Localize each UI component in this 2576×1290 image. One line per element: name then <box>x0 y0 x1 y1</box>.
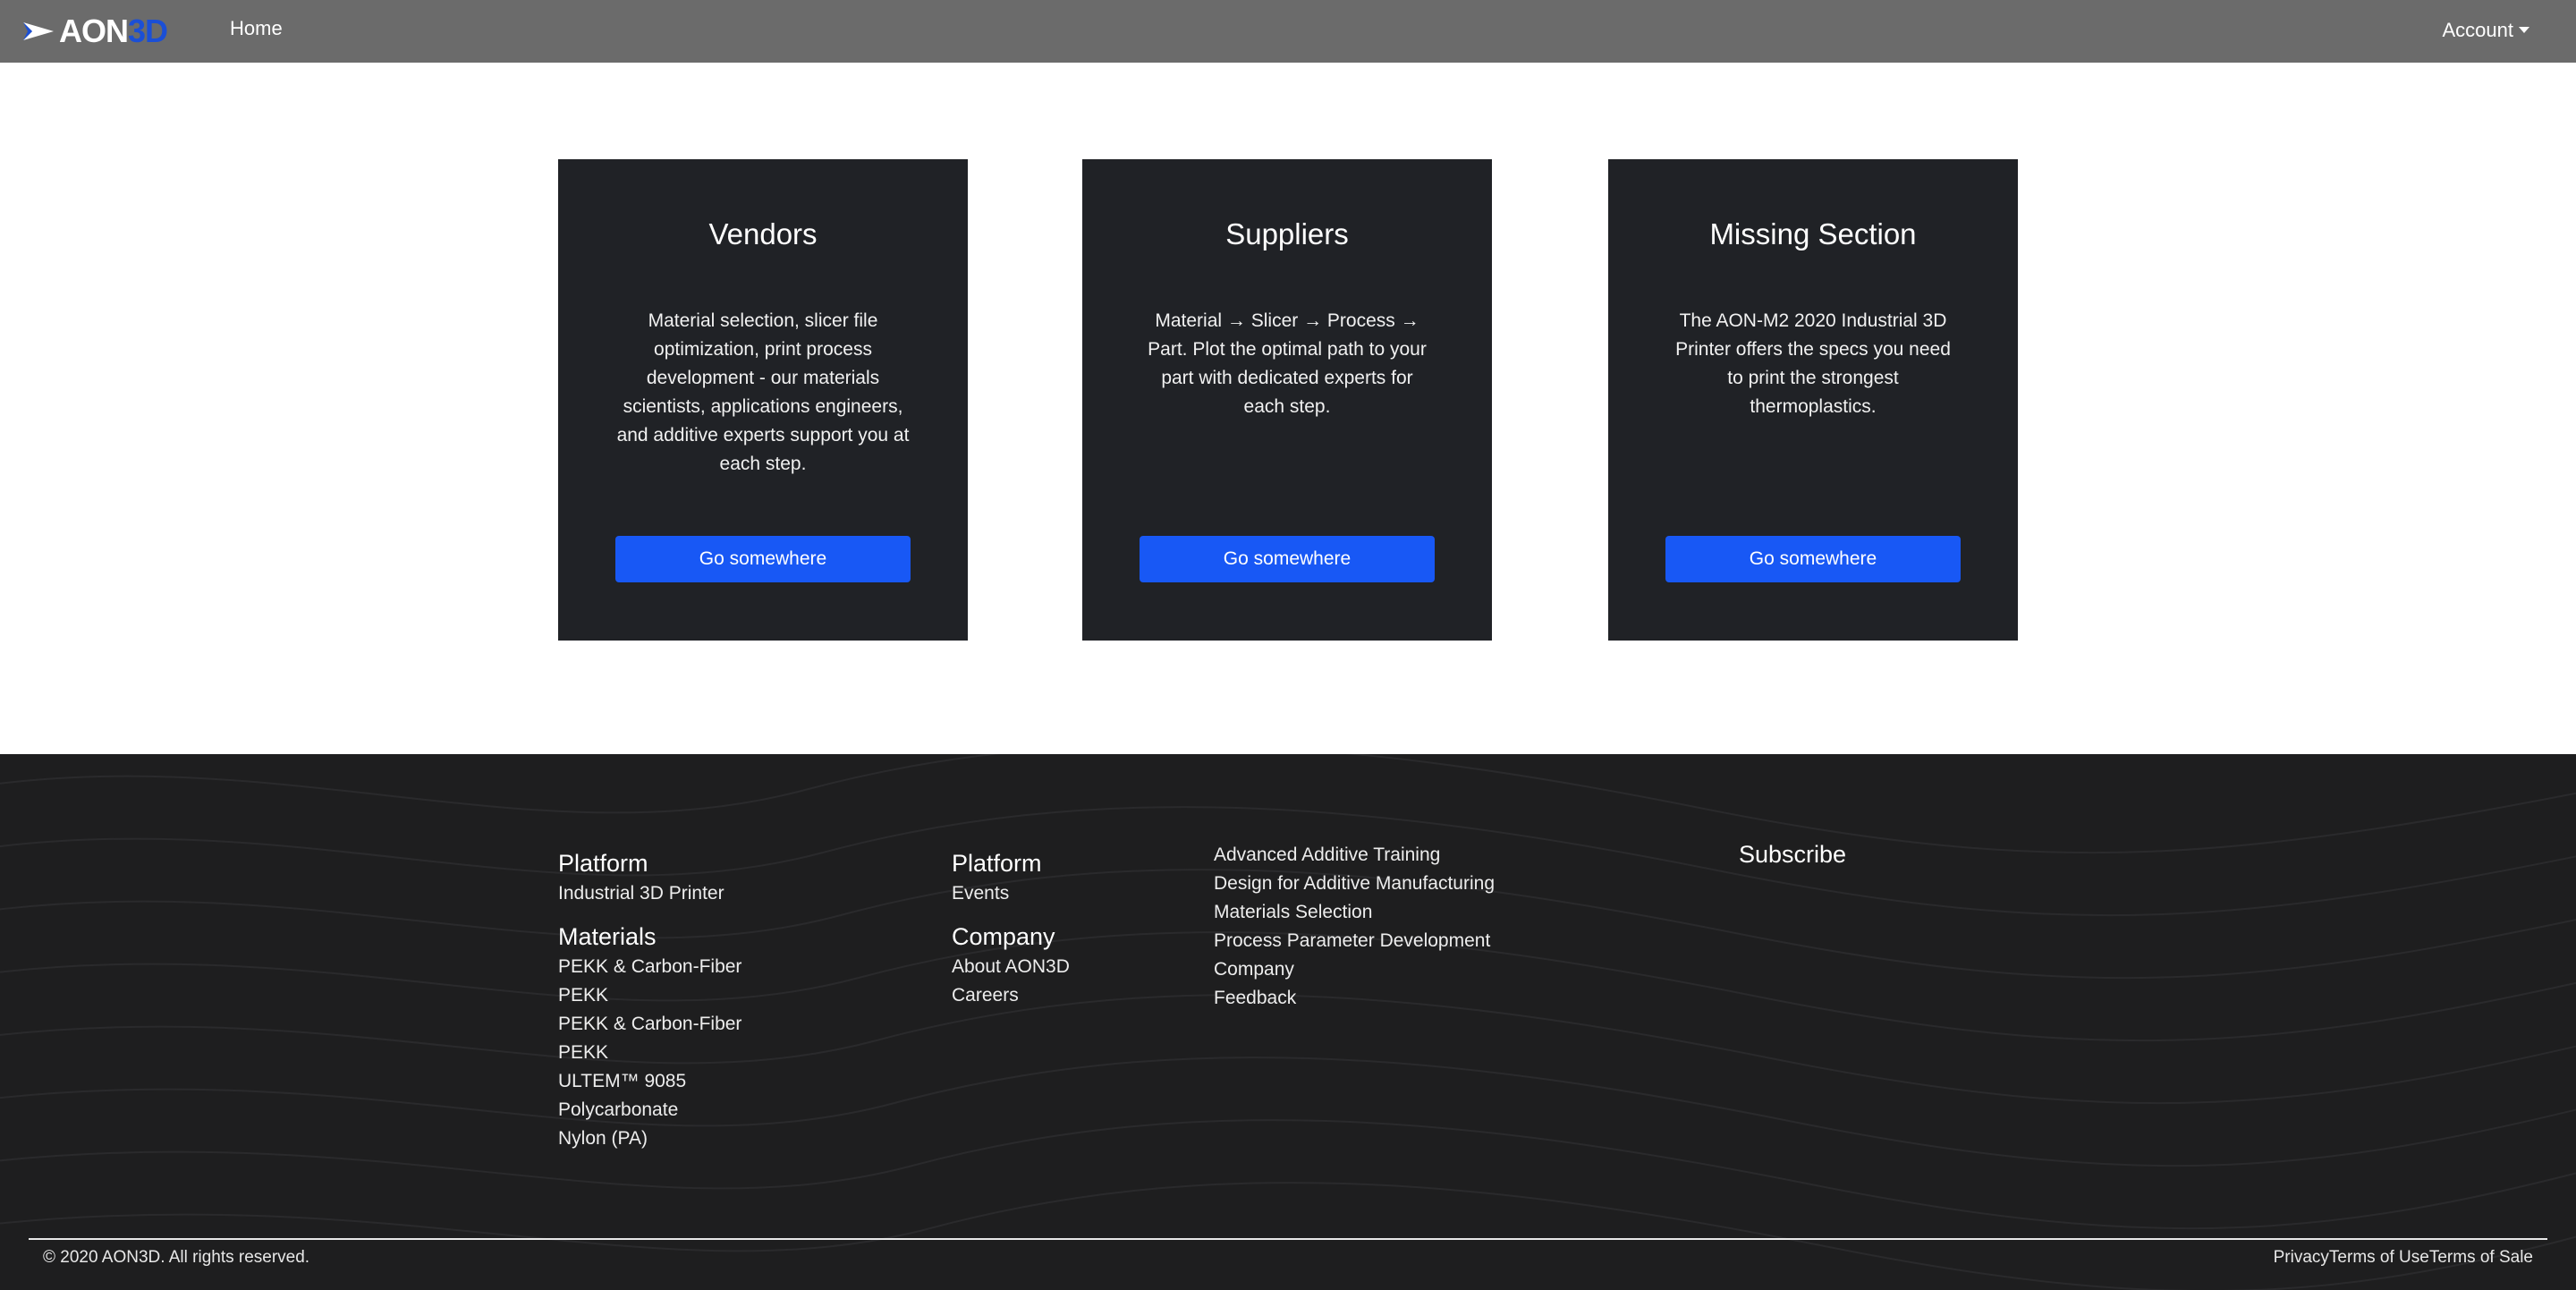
footer-heading: Platform <box>558 850 648 877</box>
caret-down-icon <box>2519 26 2529 33</box>
privacy-link[interactable]: Privacy <box>2274 1244 2329 1271</box>
legal-links: Privacy Terms of Use Terms of Sale <box>2274 1244 2533 1271</box>
footer-column-platform-materials: Platform Industrial 3D Printer Materials… <box>558 847 741 1153</box>
card-text: Material → Slicer → Process → Part. Plot… <box>1148 310 1427 417</box>
nav-home-link[interactable]: Home <box>230 16 283 41</box>
brand-aon-text: AON <box>59 13 129 49</box>
footer-link[interactable]: Process Parameter Development <box>1214 927 1495 955</box>
card-text: Material selection, slicer file optimiza… <box>616 310 910 474</box>
card-title: Missing Section <box>1709 217 1917 250</box>
terms-of-use-link[interactable]: Terms of Use <box>2329 1244 2429 1271</box>
terms-of-sale-link[interactable]: Terms of Sale <box>2429 1244 2533 1271</box>
footer-divider <box>29 1238 2547 1240</box>
footer-link[interactable]: Company <box>1214 955 1495 984</box>
footer-link[interactable]: PEKK <box>558 981 741 1010</box>
go-somewhere-button[interactable]: Go somewhere <box>1140 536 1435 582</box>
footer-column-platform-company: Platform Events Company About AON3D Care… <box>952 847 1070 1010</box>
logo-arrow-icon <box>23 22 54 40</box>
subscribe-heading: Subscribe <box>1739 841 1847 868</box>
brand-logo[interactable]: AON3D <box>21 11 168 52</box>
go-somewhere-button[interactable]: Go somewhere <box>615 536 911 582</box>
go-somewhere-button[interactable]: Go somewhere <box>1665 536 1961 582</box>
footer-link[interactable]: About AON3D <box>952 953 1070 981</box>
footer-link[interactable]: PEKK <box>558 1039 741 1067</box>
footer-link[interactable]: Design for Additive Manufacturing <box>1214 870 1495 898</box>
footer-link[interactable]: ULTEM™ 9085 <box>558 1067 741 1096</box>
footer-column-subscribe: Subscribe <box>1739 838 1846 870</box>
top-navbar: AON3D Home Account <box>0 0 2576 63</box>
brand-3d-text: 3D <box>128 13 168 49</box>
footer-column-services: Advanced Additive Training Design for Ad… <box>1214 841 1495 1013</box>
card-title: Suppliers <box>1225 217 1349 250</box>
site-footer: Platform Industrial 3D Printer Materials… <box>0 754 2576 1290</box>
footer-link[interactable]: PEKK & Carbon-Fiber <box>558 1010 741 1039</box>
footer-heading: Company <box>952 923 1055 950</box>
account-label: Account <box>2442 19 2514 41</box>
card-missing-section: Missing Section The AON-M2 2020 Industri… <box>1608 159 2018 641</box>
footer-link[interactable]: Advanced Additive Training <box>1214 841 1495 870</box>
footer-heading: Materials <box>558 923 657 950</box>
footer-link[interactable]: Careers <box>952 981 1070 1010</box>
card-title: Vendors <box>708 217 818 250</box>
card-text: The AON-M2 2020 Industrial 3D Printer of… <box>1675 310 1951 417</box>
topographic-background <box>0 754 2576 1290</box>
footer-link[interactable]: Events <box>952 879 1070 908</box>
brand-wordmark: AON3D <box>59 11 168 52</box>
footer-link[interactable]: Feedback <box>1214 984 1495 1013</box>
copyright-text: © 2020 AON3D. All rights reserved. <box>43 1248 310 1267</box>
footer-link[interactable]: Nylon (PA) <box>558 1125 741 1153</box>
footer-heading: Platform <box>952 850 1042 877</box>
footer-link[interactable]: Materials Selection <box>1214 898 1495 927</box>
footer-link[interactable]: Industrial 3D Printer <box>558 879 741 908</box>
card-suppliers: Suppliers Material → Slicer → Process → … <box>1082 159 1492 641</box>
account-dropdown[interactable]: Account <box>2442 18 2529 43</box>
card-vendors: Vendors Material selection, slicer file … <box>558 159 968 641</box>
footer-link[interactable]: Polycarbonate <box>558 1096 741 1125</box>
footer-link[interactable]: PEKK & Carbon-Fiber <box>558 953 741 981</box>
